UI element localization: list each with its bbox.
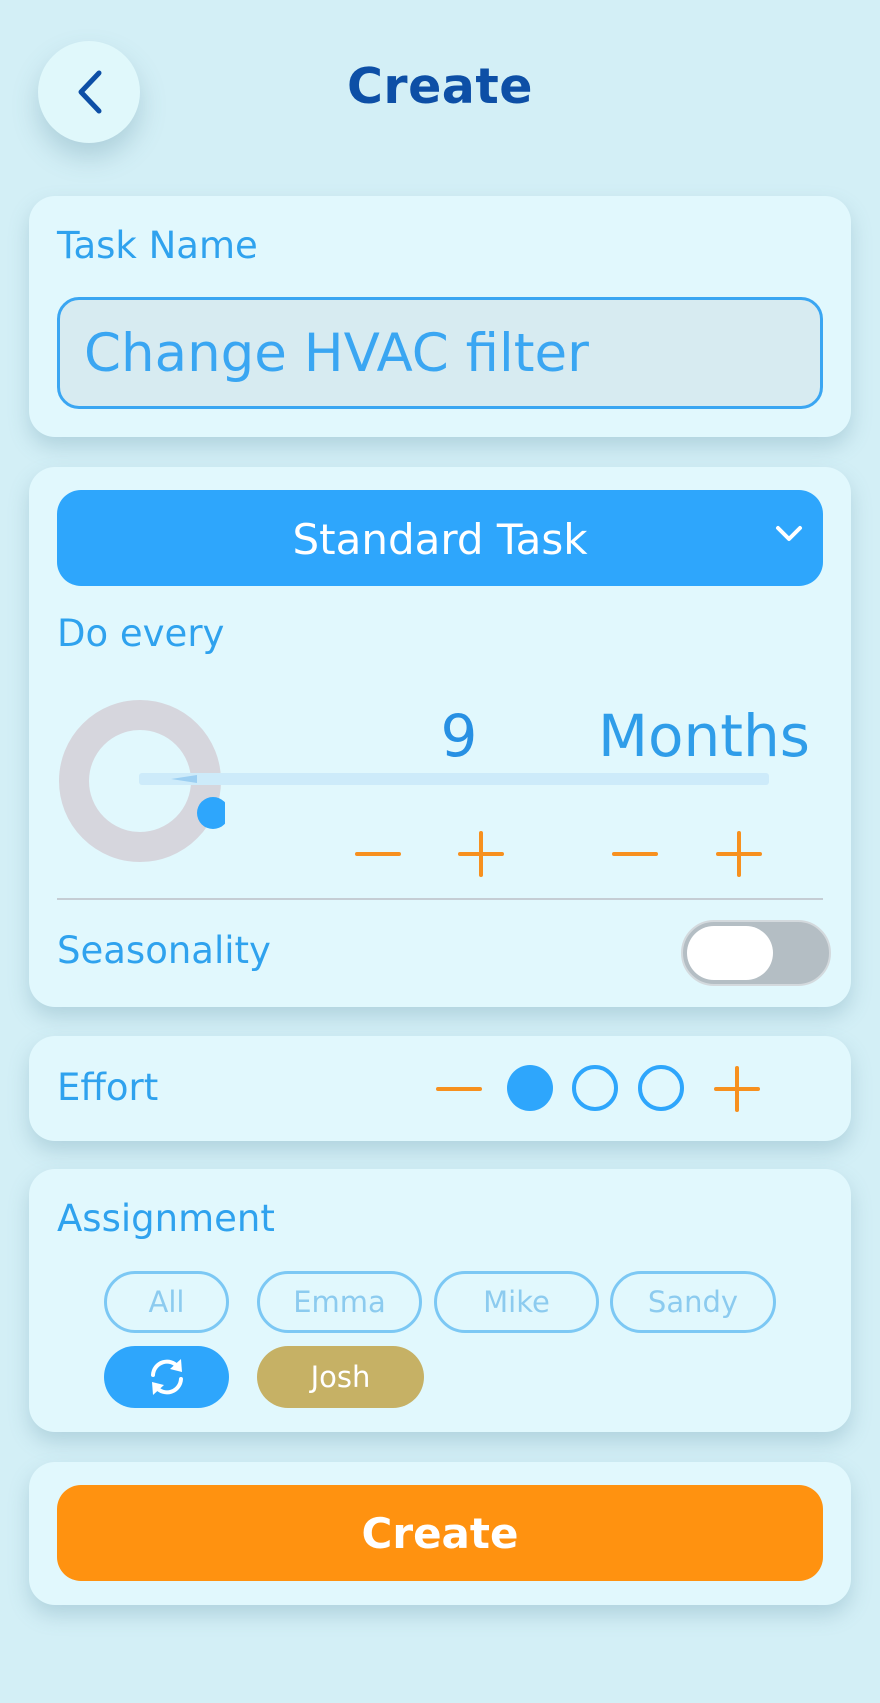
assign-chip-emma[interactable]: Emma (257, 1271, 422, 1333)
toggle-knob (687, 926, 773, 980)
task-name-card: Task Name (29, 196, 851, 437)
interval-unit: Months (597, 702, 810, 770)
unit-increment-button[interactable] (712, 827, 766, 881)
unit-decrement-button[interactable] (608, 827, 662, 881)
refresh-icon (150, 1359, 183, 1395)
effort-dot-2[interactable] (572, 1065, 618, 1111)
effort-label: Effort (57, 1066, 159, 1109)
interval-decrement-button[interactable] (351, 827, 405, 881)
interval-increment-button[interactable] (454, 827, 508, 881)
assignment-card: Assignment All Emma Mike Sandy Josh (29, 1169, 851, 1432)
effort-dot-3[interactable] (638, 1065, 684, 1111)
minus-icon (436, 1087, 482, 1091)
track-marker-icon (171, 775, 197, 783)
effort-dot-1[interactable] (507, 1065, 553, 1111)
interval-value: 9 (440, 702, 478, 770)
task-type-label: Standard Task (292, 515, 588, 564)
task-type-dropdown[interactable]: Standard Task (57, 490, 823, 586)
assignment-label: Assignment (57, 1197, 275, 1240)
rotate-assignment-button[interactable] (104, 1346, 229, 1408)
plus-icon (714, 1066, 760, 1112)
seasonality-toggle[interactable] (681, 920, 831, 986)
do-every-label: Do every (57, 612, 225, 655)
divider (57, 898, 823, 900)
assign-chip-all[interactable]: All (104, 1271, 229, 1333)
minus-icon (355, 852, 401, 856)
assign-chip-mike[interactable]: Mike (434, 1271, 599, 1333)
effort-increment-button[interactable] (710, 1062, 764, 1116)
interval-track (139, 773, 769, 785)
plus-icon (716, 831, 762, 877)
create-button[interactable]: Create (57, 1485, 823, 1581)
assign-chip-sandy[interactable]: Sandy (610, 1271, 776, 1333)
page-title: Create (346, 58, 534, 115)
assignee-chip-josh[interactable]: Josh (257, 1346, 424, 1408)
task-name-input[interactable] (57, 297, 823, 409)
chevron-down-icon (776, 526, 802, 541)
create-card: Create (29, 1462, 851, 1605)
seasonality-label: Seasonality (57, 929, 271, 972)
effort-card: Effort (29, 1036, 851, 1141)
effort-decrement-button[interactable] (432, 1062, 486, 1116)
schedule-card: Standard Task Do every 9 Months Seasonal… (29, 467, 851, 1007)
minus-icon (612, 852, 658, 856)
task-name-label: Task Name (57, 224, 258, 267)
plus-icon (458, 831, 504, 877)
